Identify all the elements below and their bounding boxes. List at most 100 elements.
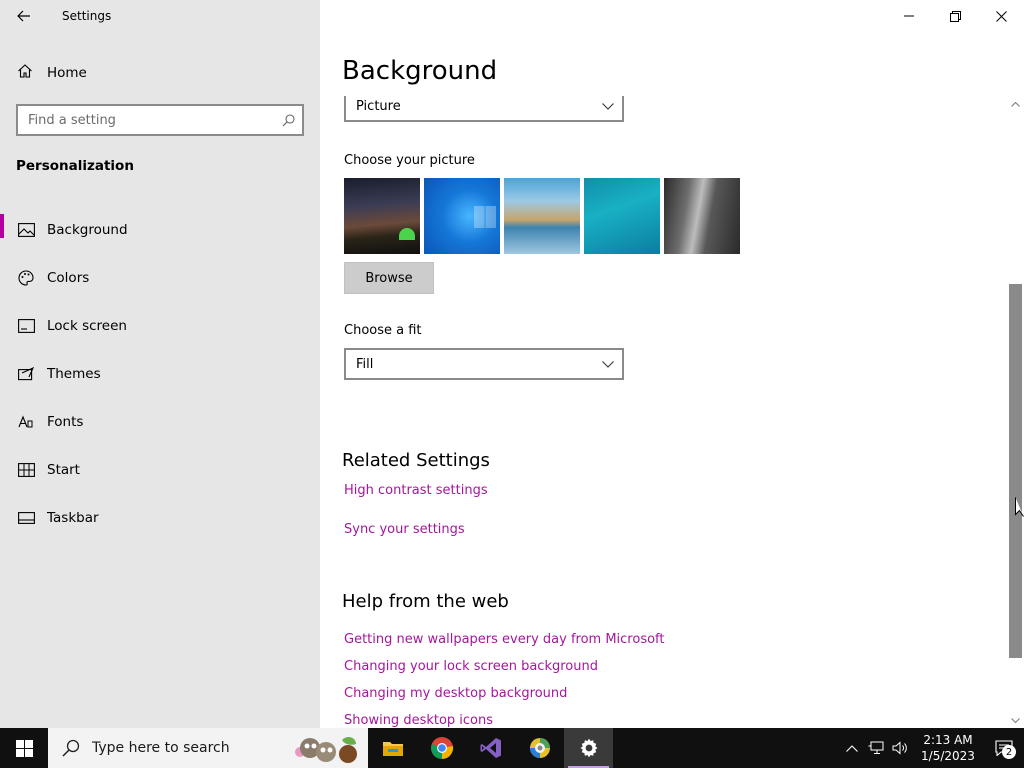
sidebar-item-taskbar[interactable]: Taskbar xyxy=(0,494,320,542)
picture-thumbnails xyxy=(344,178,740,254)
lock-screen-icon xyxy=(17,317,35,335)
sidebar-item-start[interactable]: Start xyxy=(0,446,320,494)
sidebar-item-label: Taskbar xyxy=(47,510,99,526)
taskbar-app-settings[interactable] xyxy=(564,728,613,768)
sidebar-item-label: Themes xyxy=(47,366,101,382)
sidebar-item-home[interactable]: Home xyxy=(0,56,320,90)
sidebar-item-label: Fonts xyxy=(47,414,84,430)
search-input[interactable] xyxy=(18,112,274,128)
choose-fit-label: Choose a fit xyxy=(344,323,422,338)
scroll-thumb[interactable] xyxy=(1009,284,1022,658)
taskbar-app-image-viewer[interactable] xyxy=(515,728,564,768)
sidebar-item-fonts[interactable]: Fonts xyxy=(0,398,320,446)
nav-list: Background Colors Lock screen Themes Fon… xyxy=(0,206,320,542)
chevron-up-icon xyxy=(1011,101,1020,107)
vertical-scrollbar[interactable] xyxy=(1007,96,1024,728)
windows-logo-icon xyxy=(15,739,33,757)
scroll-up-button[interactable] xyxy=(1007,96,1024,112)
network-icon xyxy=(868,741,884,754)
taskbar-search-box[interactable]: Type here to search xyxy=(48,728,368,768)
sidebar-item-label: Colors xyxy=(47,270,90,286)
image-viewer-icon xyxy=(529,738,550,758)
taskbar-search-text: Type here to search xyxy=(92,740,230,756)
scroll-down-button[interactable] xyxy=(1007,712,1024,728)
close-button[interactable] xyxy=(978,0,1024,32)
close-icon xyxy=(995,10,1007,22)
sidebar-item-label: Start xyxy=(47,462,80,478)
chrome-icon xyxy=(430,737,453,759)
settings-gear-icon xyxy=(580,738,597,758)
clock-time: 2:13 AM xyxy=(923,733,973,747)
mouse-cursor-icon xyxy=(1015,497,1024,517)
choose-picture-label: Choose your picture xyxy=(344,153,475,168)
chevron-down-icon xyxy=(1011,717,1020,723)
help-title: Help from the web xyxy=(342,591,509,612)
search-icon[interactable] xyxy=(274,113,302,127)
system-tray: 2:13 AM 1/5/2023 2 xyxy=(840,728,1024,768)
minimize-button[interactable] xyxy=(886,0,932,32)
fit-dropdown[interactable]: Fill xyxy=(344,348,624,380)
sidebar-item-label: Lock screen xyxy=(47,318,127,334)
volume-button[interactable] xyxy=(888,728,912,768)
show-hidden-icons-button[interactable] xyxy=(840,728,864,768)
dropdown-value: Picture xyxy=(356,98,401,114)
sidebar-item-themes[interactable]: Themes xyxy=(0,350,320,398)
sidebar-item-background[interactable]: Background xyxy=(0,206,320,254)
browse-button[interactable]: Browse xyxy=(344,262,434,294)
page-title: Background xyxy=(342,56,498,86)
sidebar-item-lock-screen[interactable]: Lock screen xyxy=(0,302,320,350)
picture-thumbnail[interactable] xyxy=(344,178,420,254)
clock[interactable]: 2:13 AM 1/5/2023 xyxy=(912,732,984,764)
search-box[interactable] xyxy=(16,104,304,136)
home-icon xyxy=(17,63,33,83)
themes-icon xyxy=(17,365,35,383)
clock-date: 1/5/2023 xyxy=(921,749,975,763)
window-controls xyxy=(886,0,1024,32)
search-icon xyxy=(62,739,80,757)
minimize-icon xyxy=(904,15,914,17)
fonts-icon xyxy=(17,413,35,431)
chevron-down-icon xyxy=(602,102,614,110)
picture-thumbnail[interactable] xyxy=(504,178,580,254)
picture-thumbnail[interactable] xyxy=(664,178,740,254)
main-content: Picture Choose your picture Browse Choos… xyxy=(320,96,1006,728)
start-icon xyxy=(17,461,35,479)
taskbar-icon xyxy=(17,509,35,527)
restore-button[interactable] xyxy=(932,0,978,32)
background-type-dropdown[interactable]: Picture xyxy=(344,96,624,122)
picture-thumbnail[interactable] xyxy=(584,178,660,254)
app-title: Settings xyxy=(62,9,112,23)
action-center-button[interactable]: 2 xyxy=(984,728,1024,768)
back-button[interactable] xyxy=(8,2,40,30)
sidebar-item-colors[interactable]: Colors xyxy=(0,254,320,302)
start-button[interactable] xyxy=(0,728,48,768)
dropdown-value: Fill xyxy=(356,356,374,372)
section-title: Personalization xyxy=(16,158,134,174)
help-link-wallpapers[interactable]: Getting new wallpapers every day from Mi… xyxy=(344,632,665,647)
chevron-up-icon xyxy=(846,744,858,752)
help-link-lock-screen[interactable]: Changing your lock screen background xyxy=(344,659,598,674)
network-button[interactable] xyxy=(864,728,888,768)
taskbar: Type here to search 2:13 AM 1/5/2023 2 xyxy=(0,728,1024,768)
sync-settings-link[interactable]: Sync your settings xyxy=(344,522,465,537)
taskbar-app-visual-studio[interactable] xyxy=(466,728,515,768)
restore-icon xyxy=(949,10,961,22)
file-explorer-icon xyxy=(382,742,403,756)
visual-studio-icon xyxy=(480,738,501,758)
search-highlight-illustration-icon xyxy=(295,737,357,763)
picture-thumbnail[interactable] xyxy=(424,178,500,254)
taskbar-app-chrome[interactable] xyxy=(417,728,466,768)
chevron-down-icon xyxy=(602,360,614,368)
image-icon xyxy=(17,221,35,239)
help-link-desktop-background[interactable]: Changing my desktop background xyxy=(344,686,567,701)
help-link-desktop-icons[interactable]: Showing desktop icons xyxy=(344,713,493,728)
related-settings-title: Related Settings xyxy=(342,450,490,471)
sidebar-item-label: Background xyxy=(47,222,128,238)
palette-icon xyxy=(17,269,35,287)
sidebar: Settings Home Personalization Background… xyxy=(0,0,320,728)
high-contrast-link[interactable]: High contrast settings xyxy=(344,483,488,498)
back-arrow-icon xyxy=(17,10,30,22)
taskbar-app-file-explorer[interactable] xyxy=(368,728,417,768)
volume-icon xyxy=(892,741,907,755)
notification-badge: 2 xyxy=(1002,745,1016,759)
